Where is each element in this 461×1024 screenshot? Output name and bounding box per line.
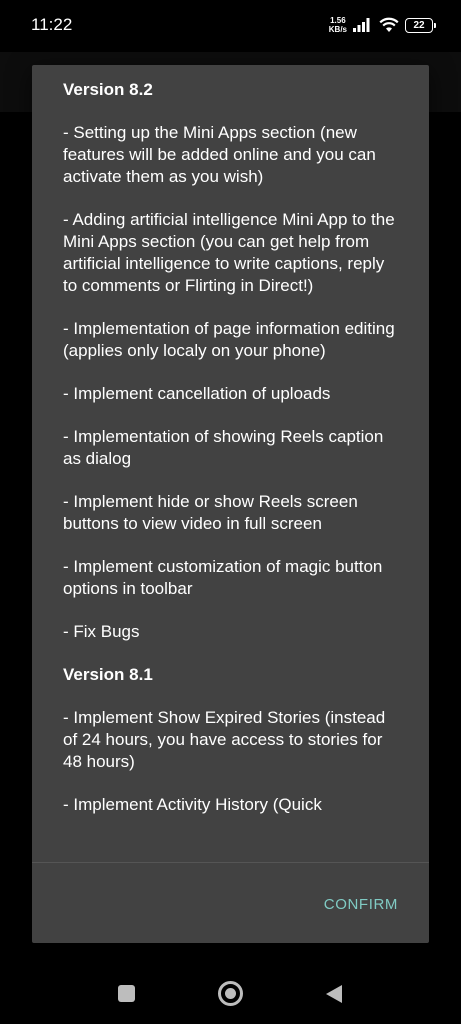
confirm-button[interactable]: CONFIRM <box>324 894 398 915</box>
wifi-icon <box>379 17 399 32</box>
network-speed-value: 1.56 <box>330 16 346 25</box>
change-item: - Adding artificial intelligence Mini Ap… <box>63 210 395 295</box>
change-item: - Implement Activity History (Quick <box>63 795 322 814</box>
home-icon[interactable] <box>218 981 243 1006</box>
status-icons: 1.56 KB/s 22 <box>329 14 436 36</box>
change-item: - Fix Bugs <box>63 622 140 641</box>
change-item: - Implement hide or show Reels screen bu… <box>63 492 358 533</box>
change-item: - Implement cancellation of uploads <box>63 384 331 403</box>
change-item: - Implement Show Expired Stories (instea… <box>63 708 386 771</box>
recents-icon[interactable] <box>118 985 135 1002</box>
change-item: - Implementation of page information edi… <box>63 319 395 360</box>
navigation-bar <box>0 964 461 1024</box>
status-time: 11:22 <box>31 15 73 34</box>
dialog-divider <box>32 862 429 863</box>
change-item: - Setting up the Mini Apps section (new … <box>63 123 376 186</box>
battery-icon: 22 <box>405 17 436 33</box>
battery-level: 22 <box>413 19 425 31</box>
change-item: - Implement customization of magic butto… <box>63 557 383 598</box>
network-speed-unit: KB/s <box>328 25 347 34</box>
version-section: Version 8.2 - Setting up the Mini Apps s… <box>63 79 403 643</box>
back-icon[interactable] <box>325 984 343 1004</box>
network-speed: 1.56 KB/s <box>329 16 347 34</box>
changelog-dialog: Version 8.2 - Setting up the Mini Apps s… <box>32 65 429 943</box>
change-item: - Implementation of showing Reels captio… <box>63 427 384 468</box>
version-title: Version 8.1 <box>63 665 153 684</box>
changelog-scroll-area[interactable]: Version 8.2 - Setting up the Mini Apps s… <box>32 65 429 862</box>
status-bar: 11:22 1.56 KB/s 22 <box>0 0 461 52</box>
version-title: Version 8.2 <box>63 80 153 99</box>
version-section: Version 8.1 - Implement Show Expired Sto… <box>63 664 403 816</box>
signal-icon <box>353 18 370 32</box>
